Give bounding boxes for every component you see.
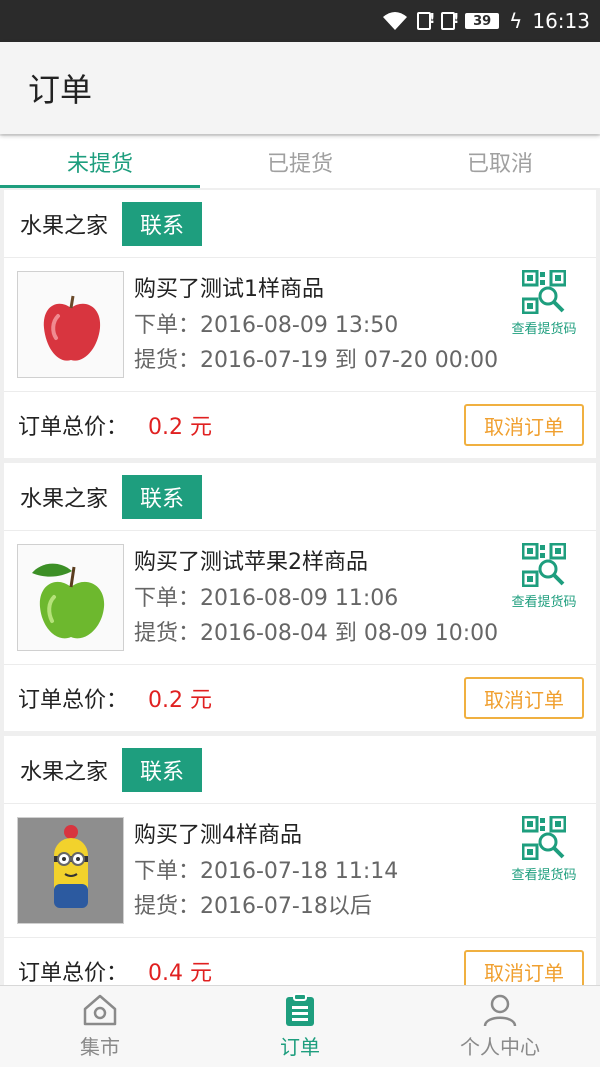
battery-level: 39: [465, 13, 500, 29]
total-price-label: 订单总价：: [18, 961, 129, 985]
page-title: 订单: [28, 71, 93, 109]
view-pickup-code-label: 查看提货码: [511, 868, 577, 883]
total-price-label: 订单总价：: [18, 688, 129, 713]
order-card-footer: 订单总价： 0.2 元 取消订单: [4, 665, 596, 731]
clipboard-icon: [286, 993, 314, 1026]
nav-profile[interactable]: 个人中心: [400, 986, 600, 1067]
person-icon: [483, 994, 517, 1027]
view-pickup-code-button[interactable]: 查看提货码: [504, 816, 584, 883]
clock: 16:13: [532, 9, 590, 33]
charging-icon: ϟ: [509, 9, 523, 33]
wifi-icon: [383, 11, 408, 31]
cancel-order-button[interactable]: 取消订单: [464, 404, 584, 446]
order-card-header: 水果之家 联系: [4, 190, 596, 258]
order-card-header: 水果之家 联系: [4, 736, 596, 804]
order-title: 购买了测4样商品: [134, 823, 302, 848]
order-time: 下单：2016-07-18 11:14: [134, 859, 399, 884]
qr-code-search-icon: [522, 816, 566, 860]
tab-cancelled[interactable]: 已取消: [400, 136, 600, 188]
order-card-footer: 订单总价： 0.2 元 取消订单: [4, 392, 596, 458]
shop-name: 水果之家: [20, 759, 109, 785]
order-list[interactable]: 水果之家 联系 购买了测试1样商品 下单：2016-08-09 13:50 提货…: [0, 190, 600, 985]
total-price-value: 0.2 元: [148, 415, 212, 440]
order-card-body[interactable]: 购买了测试1样商品 下单：2016-08-09 13:50 提货：2016-07…: [4, 258, 596, 392]
tab-picked-up[interactable]: 已提货: [200, 136, 400, 188]
pickup-time: 提货：2016-08-04 到 08-09 10:00: [134, 621, 499, 646]
total-price-value: 0.2 元: [148, 688, 212, 713]
qr-code-search-icon: [522, 543, 566, 587]
bottom-navigation: 集市 订单 个人中心: [0, 985, 600, 1067]
order-time: 下单：2016-08-09 13:50: [134, 313, 399, 338]
order-title: 购买了测试1样商品: [134, 277, 324, 302]
order-tabs: 未提货 已提货 已取消: [0, 136, 600, 188]
pickup-time: 提货：2016-07-19 到 07-20 00:00: [134, 348, 499, 373]
view-pickup-code-label: 查看提货码: [511, 322, 577, 337]
contact-button[interactable]: 联系: [122, 474, 203, 519]
order-title: 购买了测试苹果2样商品: [134, 550, 368, 575]
cancel-order-button[interactable]: 取消订单: [464, 677, 584, 719]
order-card: 水果之家 联系 购买了测4样商品 下单：2016-07-18 11:14 提货：…: [4, 736, 596, 985]
order-time: 下单：2016-08-09 11:06: [134, 586, 399, 611]
total-price-value: 0.4 元: [148, 961, 212, 985]
order-card-header: 水果之家 联系: [4, 463, 596, 531]
status-bar: 39 ϟ 16:13: [0, 0, 600, 42]
contact-button[interactable]: 联系: [122, 201, 203, 246]
product-image-red-apple: [17, 271, 124, 378]
tab-not-picked-up[interactable]: 未提货: [0, 136, 200, 188]
sim-card-2-icon: [441, 12, 459, 30]
order-card: 水果之家 联系 购买了测试1样商品 下单：2016-08-09 13:50 提货…: [4, 190, 596, 458]
qr-code-search-icon: [522, 270, 566, 314]
nav-orders[interactable]: 订单: [200, 986, 400, 1067]
pickup-time: 提货：2016-07-18以后: [134, 894, 372, 919]
sim-card-1-icon: [417, 12, 435, 30]
view-pickup-code-button[interactable]: 查看提货码: [504, 543, 584, 610]
nav-orders-label: 订单: [280, 1035, 320, 1059]
order-info: 购买了测试苹果2样商品 下单：2016-08-09 11:06 提货：2016-…: [134, 545, 498, 651]
app-bar: 订单: [0, 42, 600, 134]
order-info: 购买了测4样商品 下单：2016-07-18 11:14 提货：2016-07-…: [134, 818, 398, 924]
product-image-green-apple: [17, 544, 124, 651]
total-price-label: 订单总价：: [18, 415, 129, 440]
shop-name: 水果之家: [20, 213, 109, 239]
shop-name: 水果之家: [20, 486, 109, 512]
product-image-minion: [17, 817, 124, 924]
nav-market-label: 集市: [80, 1035, 120, 1059]
order-card: 水果之家 联系 购买了测试苹果2样商品 下单：2016-08-09 11:06 …: [4, 463, 596, 731]
view-pickup-code-label: 查看提货码: [511, 595, 577, 610]
order-info: 购买了测试1样商品 下单：2016-08-09 13:50 提货：2016-07…: [134, 272, 498, 378]
view-pickup-code-button[interactable]: 查看提货码: [504, 270, 584, 337]
nav-market[interactable]: 集市: [0, 986, 200, 1067]
cancel-order-button[interactable]: 取消订单: [464, 950, 584, 985]
nav-profile-label: 个人中心: [460, 1035, 540, 1059]
order-card-footer: 订单总价： 0.4 元 取消订单: [4, 938, 596, 985]
contact-button[interactable]: 联系: [122, 747, 203, 792]
home-icon: [83, 994, 117, 1026]
order-card-body[interactable]: 购买了测试苹果2样商品 下单：2016-08-09 11:06 提货：2016-…: [4, 531, 596, 665]
order-card-body[interactable]: 购买了测4样商品 下单：2016-07-18 11:14 提货：2016-07-…: [4, 804, 596, 938]
